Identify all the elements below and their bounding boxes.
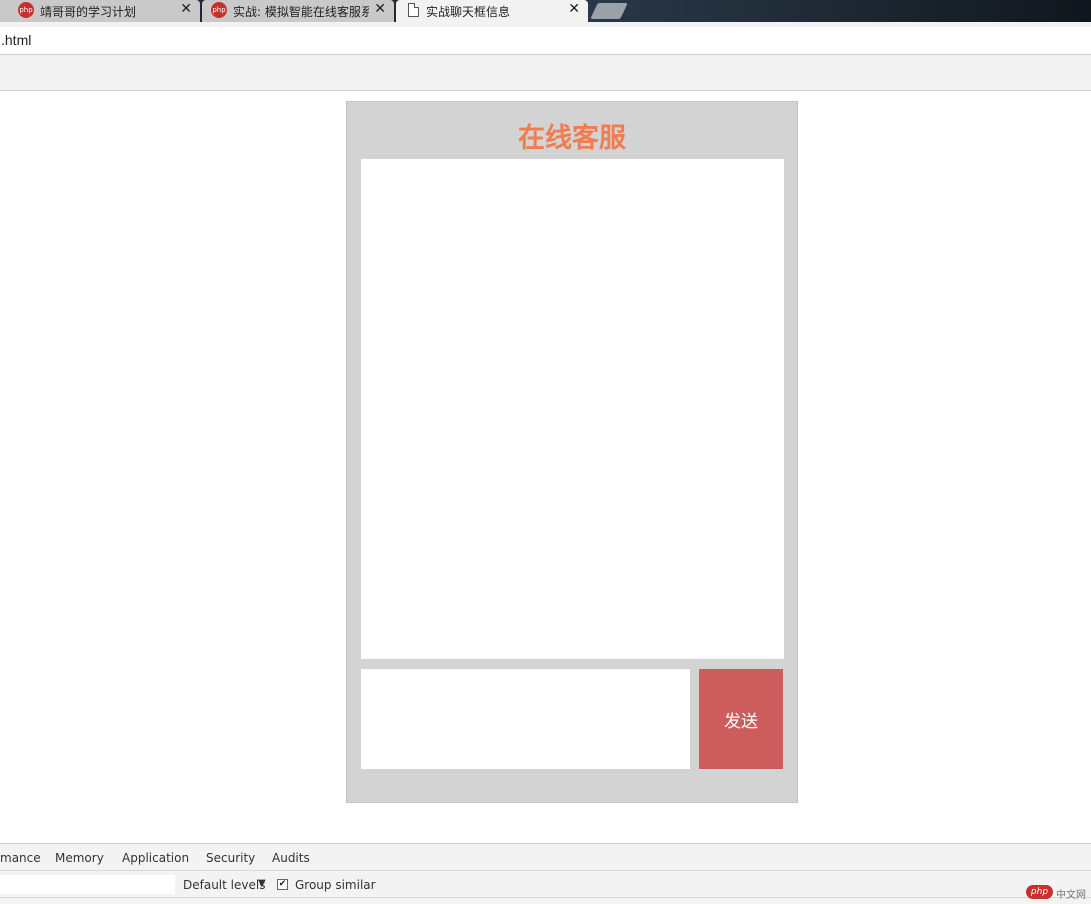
- chevron-down-icon[interactable]: ▼: [258, 878, 266, 889]
- message-list[interactable]: [361, 159, 784, 659]
- devtools-panel: mance Memory Application Security Audits…: [0, 843, 1091, 904]
- tab-strip: php 靖哥哥的学习计划 ✕ php 实战: 模拟智能在线客服系 ✕ 实战聊天框…: [0, 0, 1091, 22]
- watermark-text: 中文网: [1056, 890, 1086, 901]
- tab-customer-service-demo[interactable]: php 实战: 模拟智能在线客服系 ✕: [202, 0, 394, 22]
- group-similar-checkbox[interactable]: ✔: [277, 879, 288, 890]
- tab-title: 实战: 模拟智能在线客服系: [233, 5, 369, 19]
- group-similar-label: Group similar: [295, 878, 376, 892]
- close-icon[interactable]: ✕: [374, 1, 386, 17]
- php-icon: php: [18, 2, 34, 18]
- window-background: [560, 0, 1091, 22]
- log-levels-dropdown[interactable]: Default levels: [183, 878, 265, 892]
- chat-panel: 在线客服 发送: [346, 101, 798, 803]
- tab-performance[interactable]: mance: [0, 851, 41, 865]
- php-logo: php: [1026, 885, 1053, 899]
- console-filter-input[interactable]: [0, 875, 175, 894]
- close-icon[interactable]: ✕: [568, 1, 580, 17]
- php-icon: php: [211, 2, 227, 18]
- console-toolbar: Default levels ▼ ✔ Group similar: [0, 871, 1091, 898]
- bookmark-bar: [0, 55, 1091, 91]
- document-icon: [408, 3, 419, 17]
- tab-audits[interactable]: Audits: [272, 851, 310, 865]
- devtools-tabs: mance Memory Application Security Audits: [0, 844, 1091, 871]
- tab-security[interactable]: Security: [206, 851, 255, 865]
- chat-title: 在线客服: [518, 123, 626, 154]
- tab-application[interactable]: Application: [122, 851, 189, 865]
- tab-title: 实战聊天框信息: [426, 5, 511, 19]
- close-icon[interactable]: ✕: [180, 1, 192, 17]
- address-bar[interactable]: .html: [0, 27, 1091, 55]
- url-text[interactable]: .html: [1, 32, 31, 48]
- tab-memory[interactable]: Memory: [55, 851, 104, 865]
- tab-study-plan[interactable]: php 靖哥哥的学习计划 ✕: [0, 0, 200, 22]
- send-button[interactable]: 发送: [699, 669, 783, 769]
- message-input[interactable]: [361, 669, 690, 769]
- tab-chat-info[interactable]: 实战聊天框信息 ✕: [396, 0, 588, 22]
- tab-title: 靖哥哥的学习计划: [40, 5, 137, 19]
